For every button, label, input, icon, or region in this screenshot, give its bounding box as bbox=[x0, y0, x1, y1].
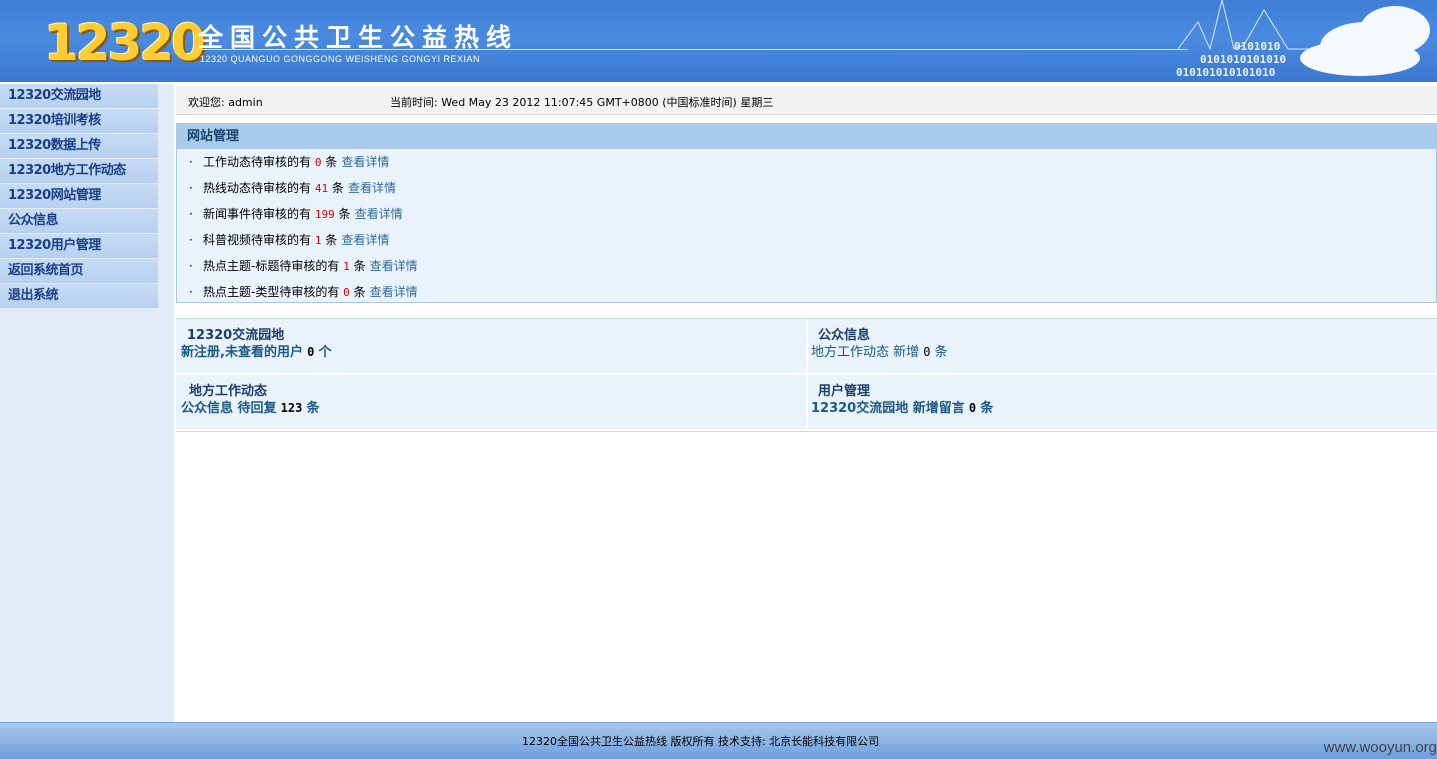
cell-line: 地方工作动态 新增 0 条 bbox=[811, 341, 948, 360]
pending-row: · 热线动态待审核的有 41 条查看详情 bbox=[177, 175, 1436, 201]
cell-count: 0 bbox=[923, 345, 931, 359]
pending-unit: 条 bbox=[353, 259, 366, 273]
pending-count: 199 bbox=[314, 208, 335, 221]
sidebar-item-public-info[interactable]: 公众信息 bbox=[0, 209, 158, 233]
site-subtitle: 12320 QUANGUO GONGGONG WEISHENG GONGYI R… bbox=[200, 54, 481, 64]
view-details-link[interactable]: 查看详情 bbox=[370, 259, 418, 273]
pending-count: 1 bbox=[343, 260, 350, 273]
pending-unit: 条 bbox=[331, 181, 344, 195]
bullet-icon: · bbox=[189, 285, 193, 299]
footer: 12320全国公共卫生公益热线 版权所有 技术支持: 北京长能科技有限公司 bbox=[0, 722, 1437, 759]
cloud-decoration bbox=[1300, 40, 1420, 76]
pending-label: 新闻事件待审核的有 bbox=[203, 207, 312, 221]
grid-divider bbox=[806, 319, 808, 431]
cell-count: 0 bbox=[968, 401, 977, 415]
summary-cell-exchange: 12320交流园地 新注册,未查看的用户 0 个 bbox=[176, 319, 806, 373]
sidebar-item-logout[interactable]: 退出系统 bbox=[0, 284, 158, 308]
summary-cell-user-management: 用户管理 12320交流园地 新增留言 0 条 bbox=[808, 375, 1437, 429]
pending-unit: 条 bbox=[325, 233, 338, 247]
cell-unit: 条 bbox=[306, 401, 320, 416]
pending-count: 0 bbox=[314, 156, 322, 169]
cell-label: 地方工作动态 新增 bbox=[811, 345, 920, 360]
pending-label: 热点主题-标题待审核的有 bbox=[203, 259, 340, 273]
sidebar-item-user-management[interactable]: 12320用户管理 bbox=[0, 234, 158, 258]
sidebar-item-home[interactable]: 返回系统首页 bbox=[0, 259, 158, 283]
pending-count: 41 bbox=[314, 182, 329, 195]
view-details-link[interactable]: 查看详情 bbox=[355, 207, 403, 221]
binary-decoration: 0101010101010 bbox=[1200, 53, 1287, 66]
pending-unit: 条 bbox=[338, 207, 351, 221]
cell-count: 0 bbox=[307, 345, 315, 359]
pending-count: 0 bbox=[343, 286, 350, 299]
pending-row: · 热点主题-类型待审核的有 0 条查看详情 bbox=[177, 279, 1436, 305]
header-banner: 12320 全国公共卫生公益热线 12320 QUANGUO GONGGONG … bbox=[0, 0, 1437, 82]
logo: 12320 bbox=[44, 14, 206, 72]
cell-count: 123 bbox=[280, 401, 303, 415]
cell-line: 新注册,未查看的用户 0 个 bbox=[181, 341, 331, 360]
welcome-greeting: 欢迎您: admin bbox=[188, 96, 263, 109]
sidebar-item-training[interactable]: 12320培训考核 bbox=[0, 109, 158, 133]
pending-label: 工作动态待审核的有 bbox=[203, 155, 312, 169]
site-management-panel: 网站管理 · 工作动态待审核的有 0 条查看详情 · 热线动态待审核的有 41 条查… bbox=[176, 123, 1437, 303]
view-details-link[interactable]: 查看详情 bbox=[370, 285, 418, 299]
summary-cell-public-info: 公众信息 地方工作动态 新增 0 条 bbox=[808, 319, 1437, 373]
cell-unit: 条 bbox=[980, 401, 994, 416]
panel-title: 网站管理 bbox=[177, 124, 1436, 149]
pending-label: 热点主题-类型待审核的有 bbox=[203, 285, 340, 299]
pending-label: 热线动态待审核的有 bbox=[203, 181, 312, 195]
pending-row: · 新闻事件待审核的有 199 条查看详情 bbox=[177, 201, 1436, 227]
pending-unit: 条 bbox=[325, 155, 338, 169]
header-divider bbox=[198, 49, 1188, 50]
bullet-icon: · bbox=[189, 207, 193, 221]
pending-count: 1 bbox=[314, 234, 322, 247]
cell-line: 12320交流园地 新增留言 0 条 bbox=[811, 397, 993, 416]
cell-label: 公众信息 待回复 bbox=[181, 401, 277, 416]
current-time: 当前时间: Wed May 23 2012 11:07:45 GMT+0800 … bbox=[390, 96, 774, 109]
cell-line: 公众信息 待回复 123 条 bbox=[181, 397, 320, 416]
pending-label: 科普视频待审核的有 bbox=[203, 233, 312, 247]
sidebar-item-exchange[interactable]: 12320交流园地 bbox=[0, 84, 158, 108]
summary-grid: 12320交流园地 新注册,未查看的用户 0 个 公众信息 地方工作动态 新增 … bbox=[176, 318, 1437, 432]
cell-unit: 个 bbox=[318, 345, 332, 360]
sidebar-item-local-work[interactable]: 12320地方工作动态 bbox=[0, 159, 158, 183]
bullet-icon: · bbox=[189, 259, 193, 273]
bullet-icon: · bbox=[189, 233, 193, 247]
binary-decoration: 0101010 bbox=[1234, 40, 1281, 53]
footer-copyright: 12320全国公共卫生公益热线 版权所有 技术支持: 北京长能科技有限公司 bbox=[522, 735, 880, 748]
view-details-link[interactable]: 查看详情 bbox=[341, 233, 389, 247]
welcome-bar: 欢迎您: admin 当前时间: Wed May 23 2012 11:07:4… bbox=[176, 86, 1437, 115]
cell-label: 12320交流园地 新增留言 bbox=[811, 401, 965, 416]
view-details-link[interactable]: 查看详情 bbox=[348, 181, 396, 195]
sidebar-item-data-upload[interactable]: 12320数据上传 bbox=[0, 134, 158, 158]
summary-cell-local-work: 地方工作动态 公众信息 待回复 123 条 bbox=[176, 375, 806, 429]
cell-label: 新注册,未查看的用户 bbox=[181, 345, 303, 360]
pending-row: · 科普视频待审核的有 1 条查看详情 bbox=[177, 227, 1436, 253]
pending-row: · 工作动态待审核的有 0 条查看详情 bbox=[177, 149, 1436, 175]
binary-decoration: 010101010101010 bbox=[1176, 66, 1276, 79]
grid-divider bbox=[176, 373, 1437, 375]
view-details-link[interactable]: 查看详情 bbox=[341, 155, 389, 169]
pending-unit: 条 bbox=[353, 285, 366, 299]
cell-unit: 条 bbox=[934, 345, 948, 360]
bullet-icon: · bbox=[189, 181, 193, 195]
pending-row: · 热点主题-标题待审核的有 1 条查看详情 bbox=[177, 253, 1436, 279]
sidebar: 12320交流园地 12320培训考核 12320数据上传 12320地方工作动… bbox=[0, 84, 174, 722]
watermark: www.wooyun.org bbox=[1323, 739, 1437, 756]
sidebar-item-site-management[interactable]: 12320网站管理 bbox=[0, 184, 158, 208]
bullet-icon: · bbox=[189, 155, 193, 169]
